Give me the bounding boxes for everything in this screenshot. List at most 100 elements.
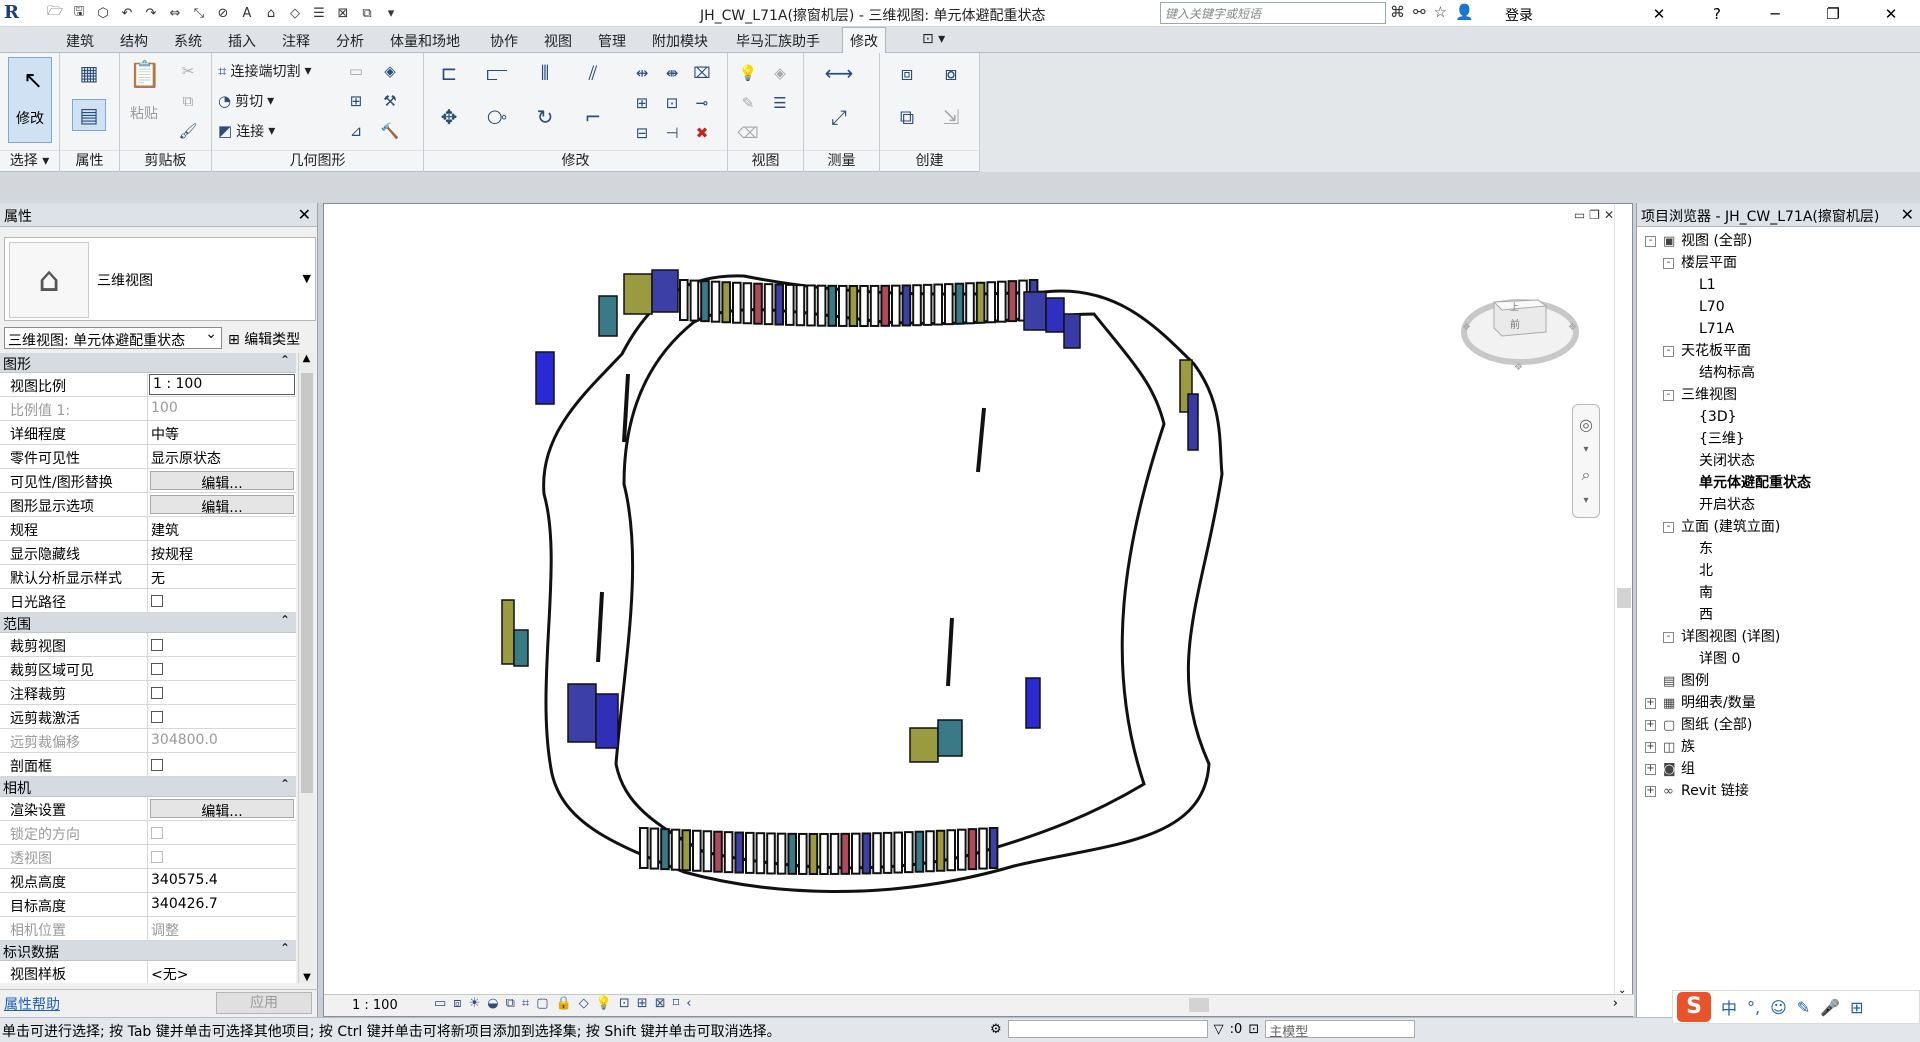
measure-between-icon[interactable]: ⟷ [822, 57, 856, 89]
curtain-panel[interactable] [819, 832, 829, 875]
scroll-up-icon[interactable]: ▲ [299, 353, 314, 364]
punctuation-icon[interactable]: °, [1747, 998, 1760, 1017]
tab-architecture[interactable]: 建筑 [66, 31, 94, 51]
highlight-displacement-icon[interactable]: ⊠ [655, 996, 666, 1011]
collapse-icon[interactable]: - [1663, 632, 1674, 643]
expand-icon[interactable]: + [1645, 786, 1656, 797]
browser-node[interactable]: - ▣ 视图 (全部) [1637, 231, 1920, 253]
browser-node[interactable]: + ▦ 明细表/数量 [1637, 693, 1920, 715]
curtain-panel[interactable] [689, 279, 700, 322]
curtain-panel[interactable] [967, 828, 978, 871]
unpin-icon[interactable]: ⌧ [690, 61, 714, 85]
open-icon[interactable]: 🗁 [44, 3, 66, 23]
worksets-icon[interactable]: ⚙ [990, 1022, 1002, 1037]
browser-node[interactable]: 关闭状态 [1637, 451, 1920, 473]
curtain-panel[interactable] [933, 283, 944, 326]
curtain-panel[interactable] [679, 279, 689, 321]
apply-button[interactable]: 应用 [216, 992, 312, 1014]
array-icon[interactable]: ⊞ [630, 91, 654, 115]
curtain-panel[interactable] [859, 284, 869, 327]
3d-viewport[interactable]: ▭❐✕ 上 前 ❖ ❖ ❖ ◎ ▾ ⌕ ▾ ⌄ 1: 100 ▭ ⧈ ☀ ◒ … [323, 203, 1634, 1017]
login-button[interactable]: 登录 [1505, 5, 1533, 25]
type-properties-icon[interactable]: ▦ [72, 57, 106, 89]
collapse-icon[interactable]: - [1645, 236, 1656, 247]
browser-node[interactable]: - 详图视图 (详图) [1637, 627, 1920, 649]
browser-node[interactable]: ▤ 图例 [1637, 671, 1920, 693]
viewport-vertical-scrollbar[interactable]: ⌄ [1614, 204, 1632, 1000]
curtain-panel[interactable] [660, 828, 670, 871]
browser-node[interactable]: - 天花板平面 [1637, 341, 1920, 363]
offset-icon[interactable]: ⫍ [480, 57, 514, 89]
search-input[interactable]: 键入关键字或短语 [1160, 2, 1386, 24]
pin-icon[interactable]: ⊸ [690, 91, 714, 115]
property-value[interactable]: 340575.4 [148, 869, 296, 892]
curtain-panel[interactable] [997, 280, 1007, 323]
browser-node[interactable]: - 三维视图 [1637, 385, 1920, 407]
tab-analyze[interactable]: 分析 [336, 31, 364, 51]
measure-icon[interactable]: ⇔ [164, 3, 186, 23]
curtain-panel[interactable] [922, 283, 933, 326]
minimize-icon[interactable]: ─ [1746, 0, 1804, 27]
curtain-panel[interactable] [723, 831, 734, 874]
curtain-panel[interactable] [745, 831, 755, 874]
tag-icon[interactable]: ⊘ [212, 3, 234, 23]
checkbox[interactable] [151, 639, 163, 651]
hide-bulb-icon[interactable]: 💡 [736, 61, 760, 85]
align-icon[interactable]: ⊏ [432, 57, 466, 89]
curtain-panel[interactable] [670, 828, 681, 871]
curtain-panel[interactable] [869, 284, 880, 327]
mirror-axis-icon[interactable]: ⫴ [528, 57, 562, 89]
binoculars-icon[interactable]: ⌘ [1390, 3, 1405, 21]
tab-addins[interactable]: 附加模块 [652, 31, 708, 51]
curtain-panel[interactable] [734, 831, 744, 874]
collapse-icon[interactable]: - [1663, 390, 1674, 401]
curtain-panel[interactable] [700, 280, 710, 323]
tab-massing[interactable]: 体量和场地 [390, 31, 460, 51]
collapse-icon[interactable]: ⌃ [280, 941, 290, 955]
cut-icon[interactable]: ✂ [176, 59, 200, 83]
curtain-panel[interactable] [692, 829, 702, 872]
browser-node[interactable]: 西 [1637, 605, 1920, 627]
curtain-panel[interactable] [851, 832, 861, 875]
property-value[interactable] [148, 681, 296, 704]
curtain-panel[interactable] [795, 284, 806, 327]
property-value[interactable]: 340426.7 [148, 893, 296, 916]
tab-systems[interactable]: 系统 [174, 31, 202, 51]
lock-3d-icon[interactable]: 🔒 [556, 996, 572, 1011]
scroll-left-icon[interactable]: ‹ [686, 996, 691, 1011]
tab-annotate[interactable]: 注释 [282, 31, 310, 51]
checkbox[interactable] [151, 687, 163, 699]
collapse-icon[interactable]: - [1663, 346, 1674, 357]
maximize-icon[interactable]: ❐ [1804, 0, 1862, 27]
curtain-panel[interactable] [639, 827, 649, 869]
extend-icon[interactable]: ⊣ [660, 121, 684, 145]
property-value[interactable]: 按规程 [148, 541, 296, 564]
curtain-panel[interactable] [785, 283, 795, 326]
line-style-icon[interactable]: ☰ [768, 91, 792, 115]
match-properties-icon[interactable]: 🖌 [176, 119, 200, 143]
viewport-horizontal-scrollbar[interactable]: › [824, 996, 1618, 1012]
curtain-panel[interactable] [787, 832, 797, 875]
curtain-panel[interactable] [776, 832, 787, 875]
browser-node[interactable]: L1 [1637, 275, 1920, 297]
checkbox[interactable] [151, 759, 163, 771]
edit-button[interactable]: 编辑... [150, 799, 294, 818]
browser-node[interactable]: + ∞ Revit 链接 [1637, 781, 1920, 803]
browser-node[interactable]: 南 [1637, 583, 1920, 605]
edit-type-button[interactable]: ⊞ 编辑类型 [228, 329, 300, 349]
customize-qat-icon[interactable]: ▾ [380, 3, 402, 23]
property-section-header[interactable]: 图形 ⌃ [0, 353, 296, 373]
switch-windows-icon[interactable]: ⧉ [356, 3, 378, 23]
browser-node[interactable]: L71A [1637, 319, 1920, 341]
create-group-icon[interactable]: ⧉ [890, 101, 924, 133]
trim-multiple-icon[interactable]: ⊟ [630, 121, 654, 145]
curtain-panel[interactable] [925, 830, 935, 873]
cope-button[interactable]: ⌗ 连接端切割 ▾ [218, 61, 311, 81]
curtain-panel[interactable] [763, 283, 774, 326]
curtain-panel[interactable] [935, 829, 946, 872]
curtain-panel[interactable] [912, 284, 922, 327]
curtain-panel[interactable] [978, 827, 988, 870]
design-options-icon[interactable]: ⊡ [1248, 1022, 1259, 1037]
create-assembly-icon[interactable]: ⧈ [890, 57, 924, 89]
property-value[interactable]: 无 [148, 565, 296, 588]
